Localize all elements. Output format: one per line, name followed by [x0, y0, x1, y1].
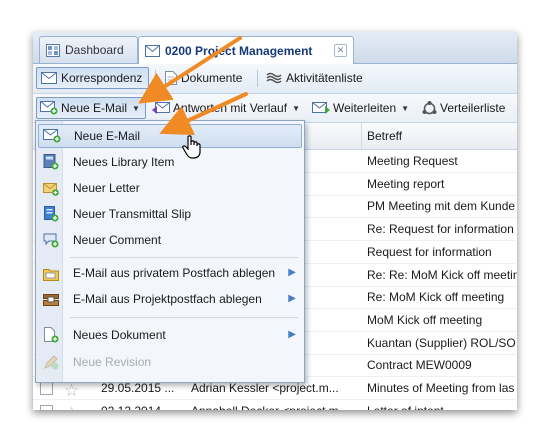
- menu-item-label: Neuer Letter: [73, 181, 140, 195]
- tab-dashboard-label: Dashboard: [65, 43, 124, 57]
- row-checkbox[interactable]: [40, 404, 53, 410]
- action-toolbar: Neue E-Mail ▼ Antworten mit Verlauf ▼ We…: [33, 94, 517, 123]
- letter-icon: [38, 176, 64, 200]
- row-date: 29.05.2015 ...: [101, 381, 175, 395]
- menu-item-transmittal-slip[interactable]: Neuer Transmittal Slip: [38, 202, 302, 226]
- distribution-list-icon: [422, 100, 437, 114]
- private-mailbox-icon: [38, 261, 64, 285]
- column-header-subject[interactable]: Betreff: [367, 129, 402, 143]
- menu-item-file-project-mailbox[interactable]: E-Mail aus Projektpostfach ablegen ▶: [38, 287, 302, 311]
- tab-project-management-label: 0200 Project Management: [165, 43, 313, 58]
- document-icon: [165, 71, 177, 85]
- reply-icon: [152, 102, 170, 114]
- row-subject: Letter of intent: [367, 404, 517, 410]
- menu-item-new-mail[interactable]: Neue E-Mail: [38, 124, 302, 148]
- forward-icon: [312, 102, 330, 114]
- chevron-down-icon[interactable]: ▼: [292, 104, 300, 113]
- menu-item-label: Neues Dokument: [73, 328, 166, 342]
- menu-item-new-document[interactable]: Neues Dokument ▶: [38, 323, 302, 347]
- menu-item-letter[interactable]: Neuer Letter: [38, 176, 302, 200]
- menu-item-label: E-Mail aus privatem Postfach ablegen: [73, 266, 276, 280]
- forward-button[interactable]: Weiterleiten ▼: [309, 97, 412, 119]
- row-subject: Contract MEW0009: [367, 358, 472, 373]
- reply-history-label: Antworten mit Verlauf: [173, 101, 288, 115]
- chevron-down-icon[interactable]: ▼: [401, 104, 409, 113]
- menu-item-file-private-mailbox[interactable]: E-Mail aus privatem Postfach ablegen ▶: [38, 261, 302, 285]
- forward-label: Weiterleiten: [333, 101, 397, 115]
- tab-bar: Dashboard 0200 Project Management ✕: [33, 32, 517, 64]
- reply-history-button[interactable]: Antworten mit Verlauf ▼: [149, 97, 303, 119]
- dashboard-icon: [46, 43, 60, 57]
- menu-separator: [70, 317, 298, 318]
- menu-item-label: E-Mail aus Projektpostfach ablegen: [73, 292, 262, 306]
- menu-item-comment[interactable]: Neuer Comment: [38, 228, 302, 252]
- new-mail-button[interactable]: Neue E-Mail ▼: [36, 97, 146, 119]
- row-date: 02.12.2014 ...: [101, 404, 183, 410]
- submenu-arrow-icon: ▶: [288, 293, 296, 304]
- mail-icon: [145, 44, 160, 57]
- row-subject: Re: MoM Kick off meeting: [367, 290, 505, 305]
- korrespondenz-label: Korrespondenz: [61, 71, 143, 85]
- mail-new-icon: [40, 101, 58, 115]
- menu-item-label: Neuer Comment: [73, 233, 162, 247]
- toolbar-separator: [257, 70, 258, 87]
- aktivitaetenliste-label: Aktivitätenliste: [286, 71, 363, 85]
- menu-item-label: Neues Library Item: [73, 155, 175, 169]
- row-subject: Re: Request for information: [367, 222, 514, 237]
- tab-project-management[interactable]: 0200 Project Management ✕: [138, 36, 354, 64]
- row-subject: Kuantan (Supplier) ROL/SO: [367, 335, 516, 350]
- library-item-icon: [38, 150, 64, 174]
- row-checkbox[interactable]: [40, 382, 53, 395]
- star-icon[interactable]: ☆: [64, 404, 79, 410]
- document-new-icon: [38, 323, 64, 347]
- app-window: Dashboard 0200 Project Management ✕ Korr…: [33, 32, 517, 410]
- distribution-list-label: Verteilerliste: [440, 101, 506, 115]
- sub-toolbar: Korrespondenz Dokumente Aktivitätenliste: [33, 64, 517, 94]
- toolbar-separator: [155, 70, 156, 87]
- menu-separator: [70, 257, 298, 258]
- column-divider: [361, 123, 362, 149]
- new-mail-dropdown-menu: Neue E-Mail Neues Library Item Neuer Let…: [35, 120, 305, 383]
- revision-icon: [38, 350, 64, 374]
- table-row[interactable]: ☆ 02.12.2014 ... Annabell Decker <project.…: [33, 400, 517, 410]
- menu-item-label: Neue Revision: [73, 355, 152, 369]
- mail-new-icon: [39, 124, 65, 148]
- tab-dashboard[interactable]: Dashboard: [39, 36, 138, 63]
- row-subject: Re: Re: MoM Kick off meetin: [367, 267, 517, 282]
- menu-item-label: Neuer Transmittal Slip: [73, 207, 192, 221]
- chevron-down-icon[interactable]: ▼: [132, 104, 140, 113]
- comment-icon: [38, 228, 64, 252]
- submenu-arrow-icon: ▶: [288, 329, 296, 340]
- row-subject: Minutes of Meeting from las: [367, 381, 515, 395]
- menu-item-label: Neue E-Mail: [74, 129, 141, 143]
- dokumente-label: Dokumente: [181, 71, 243, 85]
- project-mailbox-icon: [38, 287, 64, 311]
- korrespondenz-button[interactable]: Korrespondenz: [36, 67, 149, 89]
- menu-item-new-revision: Neue Revision: [38, 350, 302, 374]
- activity-list-icon: [266, 72, 282, 84]
- new-mail-label: Neue E-Mail: [61, 101, 128, 115]
- row-subject: PM Meeting mit dem Kunde: [367, 199, 516, 214]
- row-subject: Meeting report: [367, 176, 445, 191]
- submenu-arrow-icon: ▶: [288, 267, 296, 278]
- row-subject: Request for information: [367, 244, 492, 259]
- row-sender: Adrian Kessler <project.m...: [191, 381, 339, 395]
- menu-item-library-item[interactable]: Neues Library Item: [38, 150, 302, 174]
- row-subject: Meeting Request: [367, 154, 458, 168]
- row-sender: Annabell Decker <project.m...: [191, 404, 359, 410]
- dokumente-button[interactable]: Dokumente: [161, 67, 246, 89]
- transmittal-slip-icon: [38, 202, 64, 226]
- row-subject: MoM Kick off meeting: [367, 312, 483, 327]
- aktivitaetenliste-button[interactable]: Aktivitätenliste: [262, 67, 367, 89]
- mail-icon: [41, 72, 57, 84]
- star-icon[interactable]: ☆: [64, 381, 79, 401]
- distribution-list-button[interactable]: Verteilerliste: [419, 97, 508, 119]
- close-icon[interactable]: ✕: [334, 44, 347, 57]
